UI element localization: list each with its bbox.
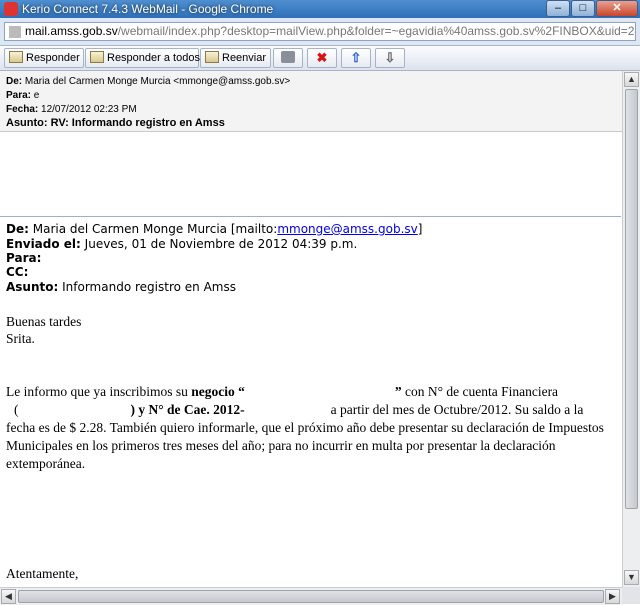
previous-message-button[interactable]: ⇧ [341,48,371,68]
delete-icon: ✖ [316,50,328,65]
scroll-down-arrow[interactable]: ▼ [624,570,639,585]
scroll-left-arrow[interactable]: ◀ [1,589,16,604]
salutation: Srita. [6,331,35,346]
original-from: De: Maria del Carmen Monge Murcia [mailt… [6,222,423,236]
greeting: Buenas tardes [6,314,82,329]
sender-email-link[interactable]: mmonge@amss.gob.sv [277,222,417,236]
vertical-scroll-thumb[interactable] [625,89,638,509]
body-line-2: () y N° de Cae. 2012- a partir del mes de… [14,402,584,417]
scroll-right-arrow[interactable]: ▶ [605,589,620,604]
window-title-bar: Kerio Connect 7.4.3 WebMail - Google Chr… [0,0,640,18]
print-icon [281,51,295,64]
kerio-app-icon [4,2,18,16]
arrow-down-icon: ⇩ [384,50,396,65]
original-sent: Enviado el: Jueves, 01 de Noviembre de 2… [6,237,358,251]
reply-icon [9,51,23,64]
message-body: De: Maria del Carmen Monge Murcia [mailt… [0,132,621,586]
minimize-button[interactable]: – [546,0,570,17]
print-button[interactable] [273,48,303,68]
horizontal-scroll-thumb[interactable] [18,590,604,603]
header-date: Fecha: 12/07/2012 02:23 PM [6,104,137,115]
original-to: Para: [6,251,42,265]
delete-button[interactable]: ✖ [307,48,337,68]
reply-all-button[interactable]: Responder a todos [85,48,200,68]
header-to: Para: e [6,90,40,101]
original-cc: CC: [6,265,29,279]
scroll-up-arrow[interactable]: ▲ [624,72,639,87]
url-host: mail.amss.gob.sv [25,24,118,38]
address-bar-area: mail.amss.gob.sv/webmail/index.php?deskt… [0,18,640,46]
quote-separator [0,216,621,217]
horizontal-scrollbar[interactable]: ◀ ▶ [0,587,622,605]
maximize-button[interactable]: □ [571,0,595,17]
message-toolbar: Responder Responder a todos Reenviar ✖ ⇧… [0,46,640,71]
reply-all-icon [90,51,104,64]
url-path: /webmail/index.php?desktop=mailView.php&… [117,24,635,38]
page-icon [9,25,21,38]
body-line-4: Municipales en los primeros tres meses d… [6,438,556,453]
vertical-scrollbar[interactable]: ▲ ▼ [622,71,640,587]
header-subject: Asunto: RV: Informando registro en Amss [6,117,225,129]
close-window-button[interactable]: ✕ [596,0,638,17]
window-title: Kerio Connect 7.4.3 WebMail - Google Chr… [22,2,274,16]
forward-button[interactable]: Reenviar [200,48,271,68]
arrow-up-icon: ⇧ [350,50,362,65]
original-subject: Asunto: Informando registro en Amss [6,280,236,294]
message-header: De: Maria del Carmen Monge Murcia <mmong… [0,71,622,132]
body-line-1: Le informo que ya inscribimos su negocio… [6,384,559,399]
reply-button[interactable]: Responder [4,48,84,68]
header-from: De: Maria del Carmen Monge Murcia <mmong… [6,76,291,87]
address-bar[interactable]: mail.amss.gob.sv/webmail/index.php?deskt… [4,22,636,41]
body-line-5: extemporánea. [6,456,86,471]
next-message-button[interactable]: ⇩ [375,48,405,68]
window-controls: – □ ✕ [545,0,638,17]
scrollbar-corner [622,587,640,604]
closing: Atentamente, [6,566,79,581]
body-line-3: fecha es de $ 2.28. También quiero infor… [6,420,604,435]
forward-icon [205,51,219,64]
